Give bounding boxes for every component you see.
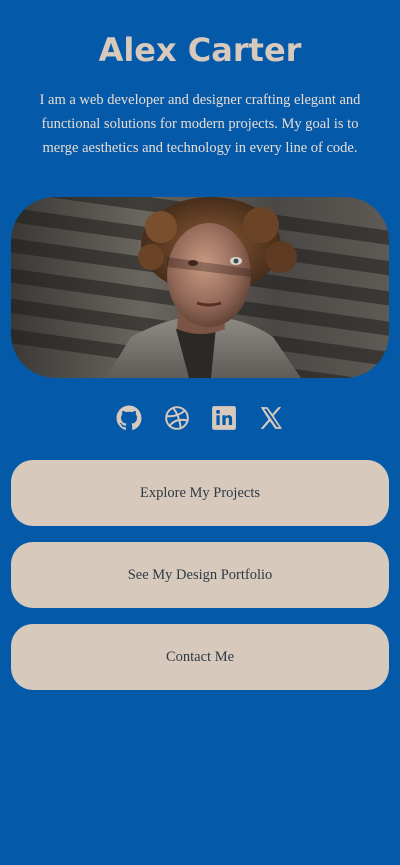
explore-projects-button[interactable]: Explore My Projects — [11, 460, 389, 526]
design-portfolio-button[interactable]: See My Design Portfolio — [11, 542, 389, 608]
dribbble-icon[interactable] — [164, 405, 190, 431]
x-icon[interactable] — [258, 405, 284, 431]
social-links — [0, 405, 400, 433]
github-icon[interactable] — [116, 405, 142, 431]
page-title: Alex Carter — [98, 31, 302, 69]
profile-photo — [11, 197, 389, 378]
bio-text: I am a web developer and designer crafti… — [39, 92, 361, 156]
contact-button[interactable]: Contact Me — [11, 624, 389, 690]
linkedin-icon[interactable] — [211, 405, 237, 431]
